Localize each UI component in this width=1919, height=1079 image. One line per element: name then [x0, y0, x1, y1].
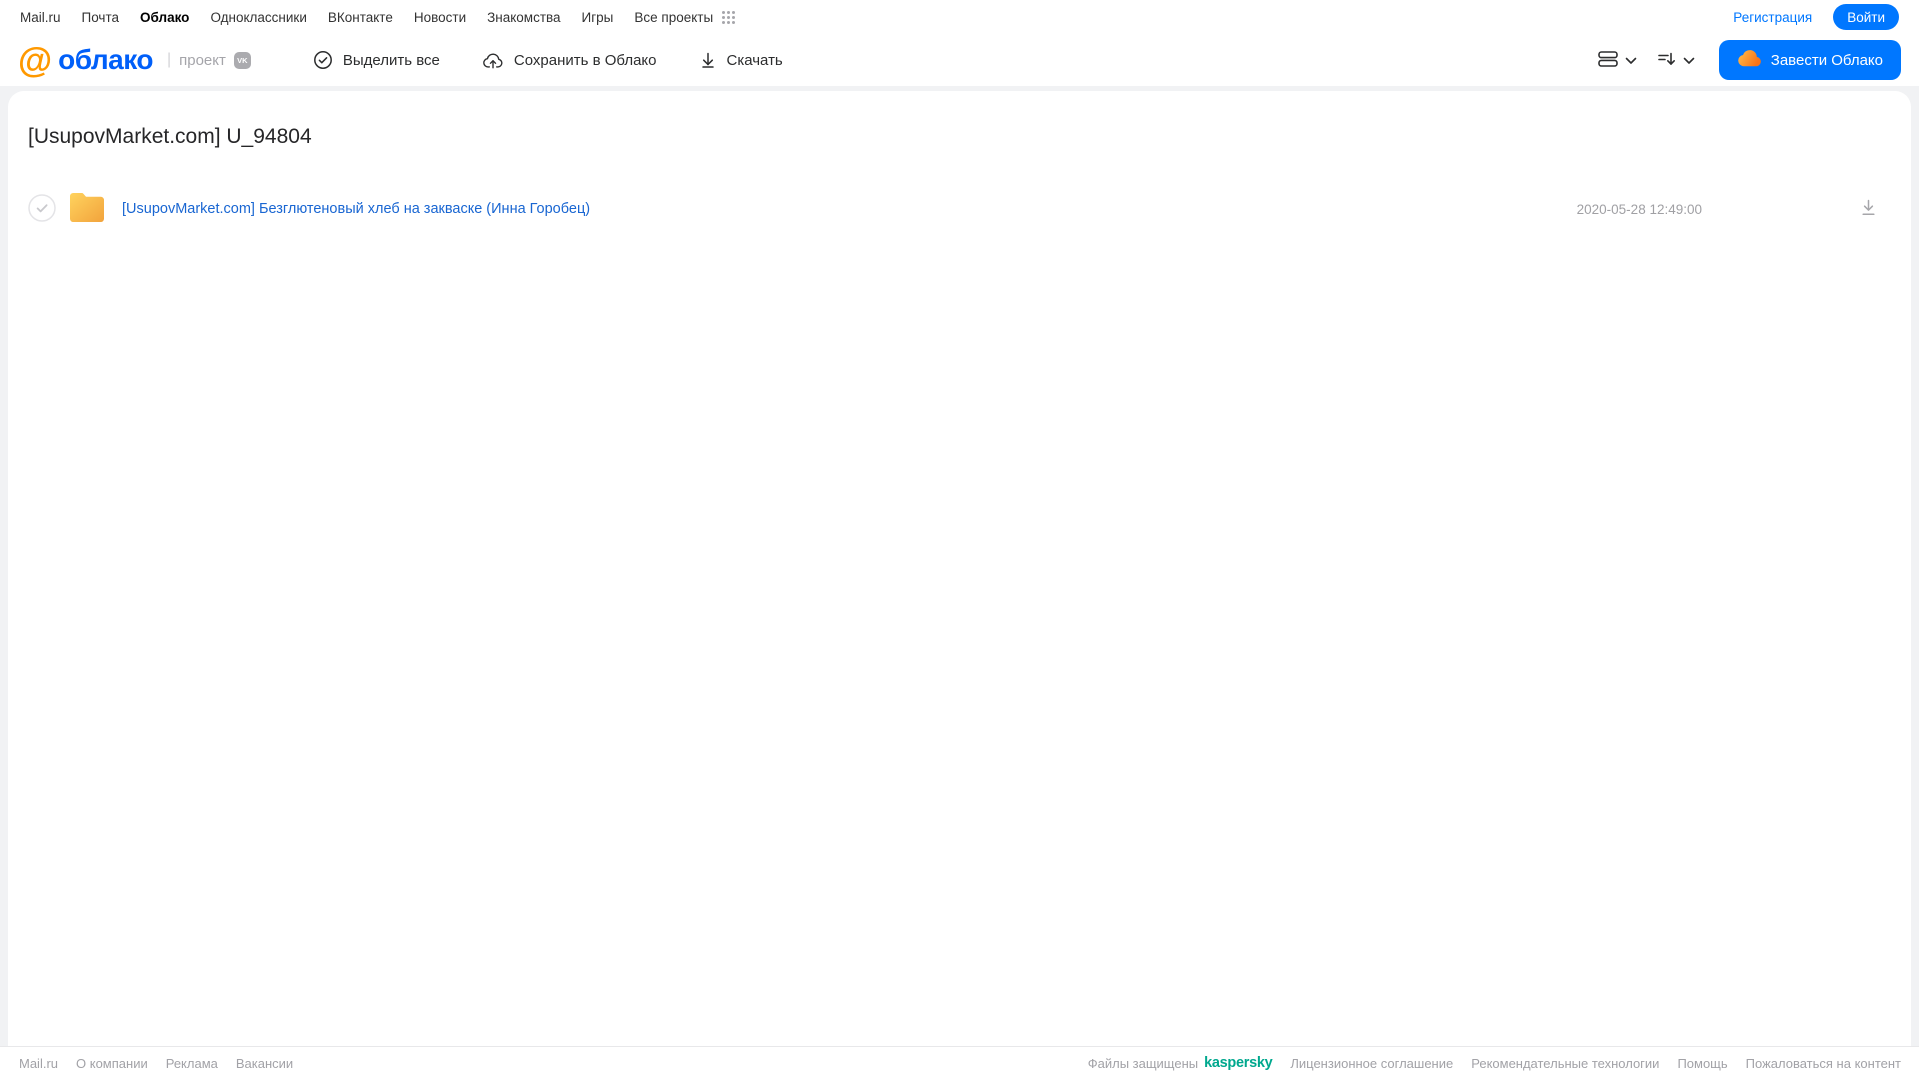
select-all-button[interactable]: Выделить все — [313, 50, 440, 70]
vk-logo-icon: VK — [233, 51, 251, 69]
footer-link-ads[interactable]: Реклама — [166, 1056, 218, 1071]
file-name-link[interactable]: [UsupovMarket.com] Безглютеновый хлеб на… — [122, 201, 590, 217]
sort-button[interactable] — [1657, 50, 1695, 71]
list-view-icon — [1597, 50, 1619, 71]
cloud-logo[interactable]: @ облако — [18, 43, 153, 78]
create-cloud-button[interactable]: Завести Облако — [1718, 40, 1901, 80]
vk-project-tag: | проект VK — [167, 51, 251, 69]
chevron-down-icon — [1625, 53, 1637, 68]
topbar-link-cloud[interactable]: Облако — [140, 10, 189, 25]
download-button[interactable]: Скачать — [699, 51, 783, 69]
login-button[interactable]: Войти — [1833, 4, 1899, 30]
topbar-link-games[interactable]: Игры — [582, 10, 614, 25]
files-protected-label: Файлы защищены — [1087, 1055, 1199, 1071]
download-label: Скачать — [726, 51, 783, 69]
create-cloud-label: Завести Облако — [1770, 51, 1883, 69]
topbar-link-all-projects[interactable]: Все проекты — [634, 10, 713, 25]
header-right-controls: Завести Облако — [1597, 40, 1901, 80]
kaspersky-logo[interactable]: kaspersky — [1204, 1055, 1273, 1071]
footer-link-jobs[interactable]: Вакансии — [236, 1056, 293, 1071]
select-all-label: Выделить все — [342, 51, 440, 69]
file-download-button[interactable] — [1860, 199, 1877, 219]
topbar-link-mail[interactable]: Почта — [82, 10, 120, 25]
logo-divider: | — [166, 51, 172, 68]
file-toolbar: Выделить все Сохранить в Облако Скачать — [313, 50, 783, 70]
footer-link-mailru[interactable]: Mail.ru — [19, 1056, 58, 1071]
portal-topbar: Mail.ru Почта Облако Одноклассники ВКонт… — [0, 0, 1919, 34]
project-label: проект — [179, 51, 226, 69]
file-row[interactable]: [UsupovMarket.com] Безглютеновый хлеб на… — [20, 181, 1899, 237]
sort-icon — [1657, 50, 1677, 71]
topbar-link-mailru[interactable]: Mail.ru — [20, 10, 61, 25]
topbar-link-news[interactable]: Новости — [414, 10, 466, 25]
page-title: [UsupovMarket.com] U_94804 — [28, 125, 312, 148]
apps-grid-icon[interactable] — [722, 10, 736, 24]
checkmark-circle-icon — [313, 50, 333, 70]
view-mode-button[interactable] — [1597, 50, 1637, 71]
cloud-upload-icon — [482, 50, 504, 70]
footer-link-about[interactable]: О компании — [76, 1056, 148, 1071]
save-to-cloud-label: Сохранить в Облако — [513, 51, 657, 69]
chevron-down-icon — [1683, 53, 1695, 68]
page-footer: Mail.ru О компании Реклама Вакансии Файл… — [0, 1046, 1919, 1079]
registration-link[interactable]: Регистрация — [1733, 10, 1812, 25]
folder-icon — [68, 190, 106, 229]
content-card: [UsupovMarket.com] U_94804 [UsupovMarket… — [8, 91, 1911, 1046]
download-icon — [699, 51, 717, 69]
topbar-all-projects[interactable]: Все проекты — [634, 10, 736, 25]
file-checkbox[interactable] — [28, 193, 56, 225]
topbar-link-vkontakte[interactable]: ВКонтакте — [328, 10, 393, 25]
cloud-icon — [1737, 49, 1761, 71]
page-background: [UsupovMarket.com] U_94804 [UsupovMarket… — [0, 86, 1919, 1046]
cloud-logo-text: облако — [58, 44, 153, 75]
topbar-link-odnoklassniki[interactable]: Одноклассники — [210, 10, 306, 25]
file-date: 2020-05-28 12:49:00 — [1576, 201, 1702, 217]
kaspersky-protection: Файлы защищены kaspersky — [1088, 1055, 1273, 1071]
topbar-link-dating[interactable]: Знакомства — [487, 10, 560, 25]
footer-link-help[interactable]: Помощь — [1677, 1056, 1727, 1071]
footer-link-report-content[interactable]: Пожаловаться на контент — [1746, 1056, 1901, 1071]
app-header: @ облако | проект VK Выделить все Сохран… — [0, 34, 1919, 86]
footer-link-recommendation-tech[interactable]: Рекомендательные технологии — [1471, 1056, 1659, 1071]
save-to-cloud-button[interactable]: Сохранить в Облако — [482, 50, 657, 70]
footer-link-license[interactable]: Лицензионное соглашение — [1290, 1056, 1453, 1071]
mailru-at-icon: @ — [18, 40, 53, 80]
